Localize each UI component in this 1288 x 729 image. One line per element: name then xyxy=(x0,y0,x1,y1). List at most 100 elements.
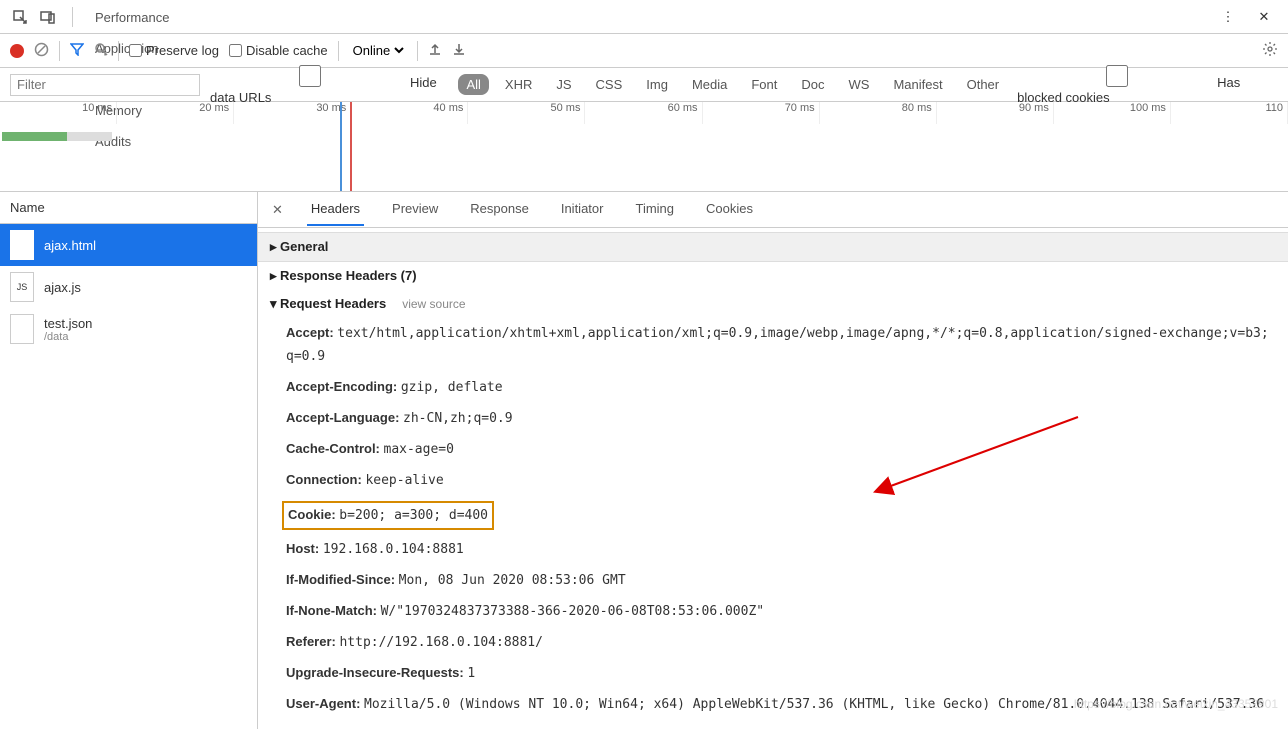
hide-data-urls-checkbox[interactable]: Hide data URLs xyxy=(210,65,448,105)
section-request-headers[interactable]: ▾Request Headersview source xyxy=(258,290,1288,318)
throttle-select[interactable]: Online xyxy=(349,42,407,59)
timeline-tick: 50 ms xyxy=(468,102,585,124)
disable-cache-checkbox[interactable]: Disable cache xyxy=(229,43,328,58)
preserve-log-checkbox[interactable]: Preserve log xyxy=(129,43,219,58)
request-list-header[interactable]: Name xyxy=(0,192,257,224)
blocked-cookies-checkbox[interactable]: Has blocked cookies xyxy=(1017,65,1278,105)
timeline-bar-fg xyxy=(2,132,67,141)
file-icon: JS xyxy=(10,272,34,302)
header-name: Accept-Language: xyxy=(286,410,403,425)
upload-har-icon[interactable] xyxy=(428,42,442,59)
header-name: Referer: xyxy=(286,634,339,649)
header-name: User-Agent: xyxy=(286,696,364,711)
request-name: ajax.js xyxy=(44,280,81,295)
watermark: https://blog.csdn.net/weixin_43352901 xyxy=(1074,697,1278,711)
header-name: Connection: xyxy=(286,472,365,487)
detail-tab-headers[interactable]: Headers xyxy=(307,193,364,226)
request-header-row: Accept: text/html,application/xhtml+xml,… xyxy=(258,318,1288,372)
detail-tab-cookies[interactable]: Cookies xyxy=(702,193,757,226)
filter-input[interactable] xyxy=(10,74,200,96)
section-general[interactable]: ▸General xyxy=(258,232,1288,262)
request-item[interactable]: <>ajax.html xyxy=(0,224,257,266)
download-har-icon[interactable] xyxy=(452,42,466,59)
filter-type-js[interactable]: JS xyxy=(548,74,579,95)
request-path: /data xyxy=(44,331,92,343)
header-value: b=200; a=300; d=400 xyxy=(339,508,488,523)
request-header-row: Accept-Language: zh-CN,zh;q=0.9 xyxy=(258,403,1288,434)
header-name: Accept-Encoding: xyxy=(286,379,401,394)
kebab-menu-icon[interactable]: ⋮ xyxy=(1216,5,1240,29)
timeline-tick: 40 ms xyxy=(351,102,468,124)
filter-type-css[interactable]: CSS xyxy=(588,74,631,95)
header-value: keep-alive xyxy=(365,473,443,488)
detail-tab-preview[interactable]: Preview xyxy=(388,193,442,226)
separator xyxy=(338,41,339,61)
file-icon xyxy=(10,314,34,344)
detail-body: ▸General ▸Response Headers (7) ▾Request … xyxy=(258,228,1288,729)
filter-type-media[interactable]: Media xyxy=(684,74,735,95)
request-header-row: Upgrade-Insecure-Requests: 1 xyxy=(258,658,1288,689)
separator xyxy=(417,41,418,61)
request-header-row: Cache-Control: max-age=0 xyxy=(258,434,1288,465)
filter-type-doc[interactable]: Doc xyxy=(793,74,832,95)
header-name: Accept: xyxy=(286,325,337,340)
cookie-highlight-box: Cookie: b=200; a=300; d=400 xyxy=(282,501,494,530)
detail-tab-initiator[interactable]: Initiator xyxy=(557,193,608,226)
settings-gear-icon[interactable] xyxy=(1262,41,1278,60)
network-toolbar: Preserve log Disable cache Online xyxy=(0,34,1288,68)
separator xyxy=(118,41,119,61)
main-tab-performance[interactable]: Performance xyxy=(81,2,183,33)
timeline-tick: 100 ms xyxy=(1054,102,1171,124)
request-header-row: Referer: http://192.168.0.104:8881/ xyxy=(258,627,1288,658)
view-source-link[interactable]: view source xyxy=(402,297,465,311)
timeline-tick: 20 ms xyxy=(117,102,234,124)
request-header-row: Cookie: b=200; a=300; d=400 xyxy=(258,497,1288,534)
inspect-icon[interactable] xyxy=(8,5,32,29)
timeline-load-line xyxy=(350,102,352,191)
header-name: Upgrade-Insecure-Requests: xyxy=(286,665,467,680)
filter-row: Hide data URLs All XHR JS CSS Img Media Font Do… xyxy=(0,68,1288,102)
request-header-row: Connection: keep-alive xyxy=(258,465,1288,496)
close-details-icon[interactable]: ✕ xyxy=(266,202,289,218)
header-value: W/"1970324837373388-366-2020-06-08T08:53… xyxy=(381,604,765,619)
filter-type-font[interactable]: Font xyxy=(743,74,785,95)
filter-icon[interactable] xyxy=(70,42,84,59)
filter-type-other[interactable]: Other xyxy=(959,74,1008,95)
header-name: Host: xyxy=(286,541,323,556)
timeline-tick: 90 ms xyxy=(937,102,1054,124)
search-icon[interactable] xyxy=(94,42,108,59)
request-header-row: Host: 192.168.0.104:8881 xyxy=(258,534,1288,565)
request-item[interactable]: JS ajax.js xyxy=(0,266,257,308)
request-name: test.json xyxy=(44,316,92,331)
request-list: Name <>ajax.html JS ajax.js test.json/data xyxy=(0,192,258,729)
network-timeline[interactable]: 10 ms20 ms30 ms40 ms50 ms60 ms70 ms80 ms… xyxy=(0,102,1288,192)
detail-tab-response[interactable]: Response xyxy=(466,193,533,226)
detail-tab-timing[interactable]: Timing xyxy=(631,193,678,226)
separator xyxy=(59,41,60,61)
filter-type-xhr[interactable]: XHR xyxy=(497,74,540,95)
clear-button[interactable] xyxy=(34,42,49,60)
timeline-domcontent-line xyxy=(340,102,342,191)
close-devtools-icon[interactable]: ✕ xyxy=(1252,5,1276,29)
request-details: ✕ Headers Preview Response Initiator Timing C… xyxy=(258,192,1288,729)
request-item[interactable]: test.json/data xyxy=(0,308,257,350)
section-response-headers[interactable]: ▸Response Headers (7) xyxy=(258,262,1288,290)
record-button[interactable] xyxy=(10,44,24,58)
header-name: Cookie: xyxy=(288,507,339,522)
filter-type-ws[interactable]: WS xyxy=(841,74,878,95)
devtools-main-tabs: ElementsConsoleNetworkSourcesPerformance… xyxy=(0,0,1288,34)
timeline-tick: 30 ms xyxy=(234,102,351,124)
device-toggle-icon[interactable] xyxy=(36,5,60,29)
timeline-tick: 80 ms xyxy=(820,102,937,124)
timeline-tick: 70 ms xyxy=(703,102,820,124)
header-name: If-Modified-Since: xyxy=(286,572,399,587)
header-value: http://192.168.0.104:8881/ xyxy=(339,635,543,650)
filter-type-img[interactable]: Img xyxy=(638,74,676,95)
header-value: 1 xyxy=(467,666,475,681)
request-header-row: If-None-Match: W/"1970324837373388-366-2… xyxy=(258,596,1288,627)
filter-type-all[interactable]: All xyxy=(458,74,488,95)
file-icon: <> xyxy=(10,230,34,260)
header-value: Mon, 08 Jun 2020 08:53:06 GMT xyxy=(399,573,626,588)
header-value: max-age=0 xyxy=(384,442,454,457)
filter-type-manifest[interactable]: Manifest xyxy=(885,74,950,95)
